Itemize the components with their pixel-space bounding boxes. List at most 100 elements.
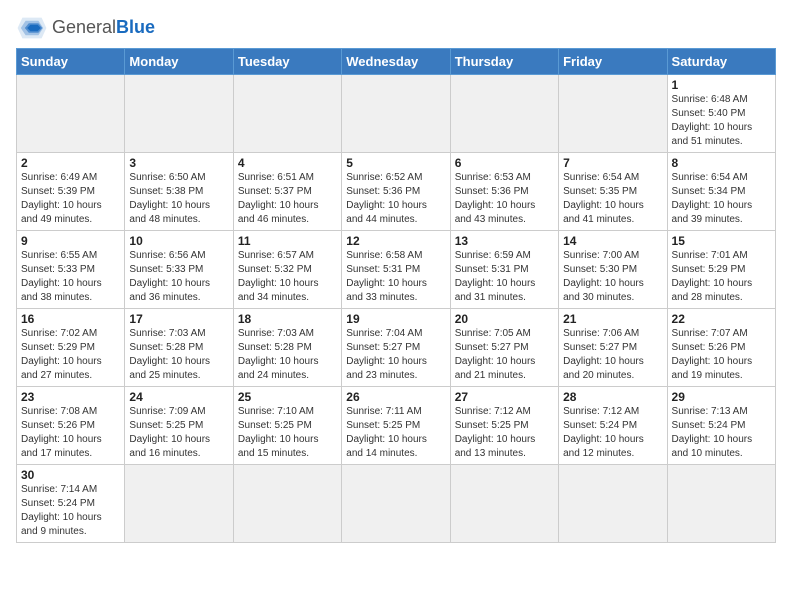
day-info: Sunrise: 6:49 AMSunset: 5:39 PMDaylight:… [21,171,120,227]
week-row-5: 30Sunrise: 7:14 AMSunset: 5:24 PMDayligh… [17,465,776,543]
weekday-header-wednesday: Wednesday [342,49,450,75]
day-info: Sunrise: 7:03 AMSunset: 5:28 PMDaylight:… [129,327,228,383]
day-number: 7 [563,156,662,170]
weekday-header-tuesday: Tuesday [233,49,341,75]
calendar-cell: 13Sunrise: 6:59 AMSunset: 5:31 PMDayligh… [450,231,558,309]
week-row-3: 16Sunrise: 7:02 AMSunset: 5:29 PMDayligh… [17,309,776,387]
day-info: Sunrise: 7:02 AMSunset: 5:29 PMDaylight:… [21,327,120,383]
logo-blue-text: Blue [116,17,155,37]
day-info: Sunrise: 7:04 AMSunset: 5:27 PMDaylight:… [346,327,445,383]
day-info: Sunrise: 6:54 AMSunset: 5:35 PMDaylight:… [563,171,662,227]
day-number: 4 [238,156,337,170]
day-number: 23 [21,390,120,404]
calendar-cell: 4Sunrise: 6:51 AMSunset: 5:37 PMDaylight… [233,153,341,231]
day-info: Sunrise: 7:13 AMSunset: 5:24 PMDaylight:… [672,405,771,461]
calendar-cell [125,465,233,543]
day-info: Sunrise: 7:06 AMSunset: 5:27 PMDaylight:… [563,327,662,383]
weekday-header-saturday: Saturday [667,49,775,75]
week-row-2: 9Sunrise: 6:55 AMSunset: 5:33 PMDaylight… [17,231,776,309]
calendar-cell: 6Sunrise: 6:53 AMSunset: 5:36 PMDaylight… [450,153,558,231]
day-number: 25 [238,390,337,404]
calendar-cell: 21Sunrise: 7:06 AMSunset: 5:27 PMDayligh… [559,309,667,387]
day-info: Sunrise: 7:14 AMSunset: 5:24 PMDaylight:… [21,483,120,539]
calendar-cell: 15Sunrise: 7:01 AMSunset: 5:29 PMDayligh… [667,231,775,309]
day-info: Sunrise: 7:09 AMSunset: 5:25 PMDaylight:… [129,405,228,461]
calendar-cell [233,465,341,543]
week-row-1: 2Sunrise: 6:49 AMSunset: 5:39 PMDaylight… [17,153,776,231]
day-number: 12 [346,234,445,248]
day-info: Sunrise: 6:56 AMSunset: 5:33 PMDaylight:… [129,249,228,305]
calendar-cell [450,75,558,153]
calendar-cell: 20Sunrise: 7:05 AMSunset: 5:27 PMDayligh… [450,309,558,387]
day-info: Sunrise: 7:10 AMSunset: 5:25 PMDaylight:… [238,405,337,461]
day-number: 10 [129,234,228,248]
calendar-cell: 1Sunrise: 6:48 AMSunset: 5:40 PMDaylight… [667,75,775,153]
page: GeneralBlue SundayMondayTuesdayWednesday… [0,0,792,553]
day-info: Sunrise: 7:12 AMSunset: 5:24 PMDaylight:… [563,405,662,461]
day-number: 18 [238,312,337,326]
calendar-cell: 8Sunrise: 6:54 AMSunset: 5:34 PMDaylight… [667,153,775,231]
day-number: 6 [455,156,554,170]
day-info: Sunrise: 6:58 AMSunset: 5:31 PMDaylight:… [346,249,445,305]
calendar-cell: 14Sunrise: 7:00 AMSunset: 5:30 PMDayligh… [559,231,667,309]
calendar-cell: 19Sunrise: 7:04 AMSunset: 5:27 PMDayligh… [342,309,450,387]
day-number: 5 [346,156,445,170]
day-number: 21 [563,312,662,326]
day-number: 1 [672,78,771,92]
logo-icon [16,14,48,42]
weekday-header-friday: Friday [559,49,667,75]
calendar-cell: 5Sunrise: 6:52 AMSunset: 5:36 PMDaylight… [342,153,450,231]
week-row-4: 23Sunrise: 7:08 AMSunset: 5:26 PMDayligh… [17,387,776,465]
calendar-cell: 27Sunrise: 7:12 AMSunset: 5:25 PMDayligh… [450,387,558,465]
day-info: Sunrise: 6:57 AMSunset: 5:32 PMDaylight:… [238,249,337,305]
day-number: 29 [672,390,771,404]
header: GeneralBlue [16,10,776,42]
calendar-cell: 12Sunrise: 6:58 AMSunset: 5:31 PMDayligh… [342,231,450,309]
calendar-cell: 11Sunrise: 6:57 AMSunset: 5:32 PMDayligh… [233,231,341,309]
week-row-0: 1Sunrise: 6:48 AMSunset: 5:40 PMDaylight… [17,75,776,153]
calendar-cell: 22Sunrise: 7:07 AMSunset: 5:26 PMDayligh… [667,309,775,387]
calendar-cell: 17Sunrise: 7:03 AMSunset: 5:28 PMDayligh… [125,309,233,387]
day-info: Sunrise: 7:12 AMSunset: 5:25 PMDaylight:… [455,405,554,461]
day-number: 20 [455,312,554,326]
day-number: 30 [21,468,120,482]
day-number: 2 [21,156,120,170]
weekday-header-thursday: Thursday [450,49,558,75]
calendar-cell [233,75,341,153]
day-info: Sunrise: 7:11 AMSunset: 5:25 PMDaylight:… [346,405,445,461]
day-number: 26 [346,390,445,404]
day-info: Sunrise: 7:00 AMSunset: 5:30 PMDaylight:… [563,249,662,305]
day-info: Sunrise: 6:55 AMSunset: 5:33 PMDaylight:… [21,249,120,305]
day-number: 19 [346,312,445,326]
day-info: Sunrise: 6:52 AMSunset: 5:36 PMDaylight:… [346,171,445,227]
calendar-cell [667,465,775,543]
calendar-cell: 18Sunrise: 7:03 AMSunset: 5:28 PMDayligh… [233,309,341,387]
day-number: 28 [563,390,662,404]
calendar-cell: 2Sunrise: 6:49 AMSunset: 5:39 PMDaylight… [17,153,125,231]
weekday-header-row: SundayMondayTuesdayWednesdayThursdayFrid… [17,49,776,75]
day-number: 16 [21,312,120,326]
calendar-cell: 16Sunrise: 7:02 AMSunset: 5:29 PMDayligh… [17,309,125,387]
calendar-cell: 9Sunrise: 6:55 AMSunset: 5:33 PMDaylight… [17,231,125,309]
weekday-header-sunday: Sunday [17,49,125,75]
day-number: 8 [672,156,771,170]
day-number: 27 [455,390,554,404]
day-info: Sunrise: 6:54 AMSunset: 5:34 PMDaylight:… [672,171,771,227]
day-number: 9 [21,234,120,248]
calendar-cell: 28Sunrise: 7:12 AMSunset: 5:24 PMDayligh… [559,387,667,465]
calendar-cell: 24Sunrise: 7:09 AMSunset: 5:25 PMDayligh… [125,387,233,465]
day-info: Sunrise: 7:03 AMSunset: 5:28 PMDaylight:… [238,327,337,383]
day-number: 15 [672,234,771,248]
day-number: 14 [563,234,662,248]
calendar-cell: 10Sunrise: 6:56 AMSunset: 5:33 PMDayligh… [125,231,233,309]
weekday-header-monday: Monday [125,49,233,75]
calendar-cell [342,465,450,543]
day-info: Sunrise: 7:07 AMSunset: 5:26 PMDaylight:… [672,327,771,383]
calendar-cell [125,75,233,153]
day-info: Sunrise: 7:08 AMSunset: 5:26 PMDaylight:… [21,405,120,461]
calendar: SundayMondayTuesdayWednesdayThursdayFrid… [16,48,776,543]
calendar-cell: 23Sunrise: 7:08 AMSunset: 5:26 PMDayligh… [17,387,125,465]
day-number: 13 [455,234,554,248]
day-info: Sunrise: 7:05 AMSunset: 5:27 PMDaylight:… [455,327,554,383]
calendar-cell: 25Sunrise: 7:10 AMSunset: 5:25 PMDayligh… [233,387,341,465]
